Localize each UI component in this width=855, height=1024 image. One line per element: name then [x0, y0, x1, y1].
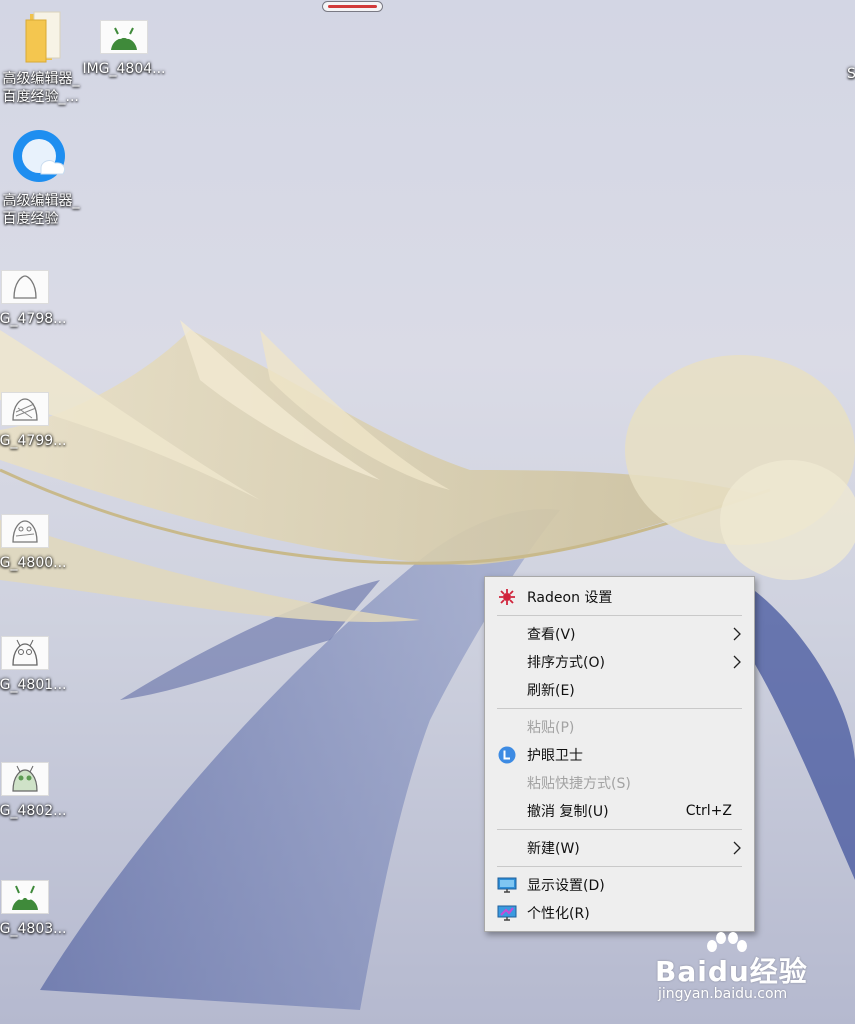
- menu-item-label: 撤消 复制(U): [527, 804, 609, 820]
- menu-item-label: 查看(V): [527, 627, 576, 643]
- desktop-icon-label: 高级编辑器_ 百度经验_...: [2, 71, 80, 105]
- desktop-icon-label: IMG_4803...: [0, 921, 67, 937]
- menu-separator: [497, 829, 742, 830]
- image-thumbnail-icon: [1, 636, 49, 670]
- image-thumbnail-icon: [1, 762, 49, 796]
- menu-item-radeon-settings[interactable]: Radeon 设置: [485, 583, 754, 611]
- menu-item-label: 排序方式(O): [527, 655, 605, 671]
- baidu-jingyan-watermark: Baidu经验 jingyan.baidu.com: [652, 932, 812, 1006]
- menu-item-paste[interactable]: 粘贴(P): [485, 713, 754, 741]
- desktop-icon-label: IMG_4800...: [0, 555, 67, 571]
- watermark-title: Baidu经验: [655, 955, 808, 988]
- browser-icon: [11, 128, 71, 186]
- image-thumbnail-icon: [1, 392, 49, 426]
- monitor-icon: [497, 876, 517, 894]
- menu-separator: [497, 615, 742, 616]
- desktop-icon-label: IMG_4802...: [0, 803, 67, 819]
- menu-item-label: 粘贴快捷方式(S): [527, 776, 631, 792]
- chevron-right-icon: [733, 655, 741, 669]
- top-scroll-indicator[interactable]: [322, 1, 383, 12]
- menu-item-label: 显示设置(D): [527, 878, 605, 894]
- image-thumbnail-icon: [100, 20, 148, 54]
- desktop-icon-img-4801[interactable]: IMG_4801...: [0, 636, 70, 694]
- menu-item-eye-guard[interactable]: 护眼卫士: [485, 741, 754, 769]
- menu-item-undo-copy[interactable]: 撤消 复制(U) Ctrl+Z: [485, 797, 754, 825]
- personalize-icon: [497, 904, 517, 922]
- menu-item-label: 个性化(R): [527, 906, 590, 922]
- desktop-edge-label: S: [847, 66, 855, 82]
- watermark-url: jingyan.baidu.com: [658, 986, 788, 1002]
- folder-icon: [16, 10, 66, 64]
- image-thumbnail-icon: [1, 514, 49, 548]
- menu-item-paste-shortcut[interactable]: 粘贴快捷方式(S): [485, 769, 754, 797]
- menu-separator: [497, 708, 742, 709]
- menu-item-label: 护眼卫士: [527, 748, 583, 764]
- desktop-icon-label: IMG_4798...: [0, 311, 67, 327]
- desktop-icon-label: 高级编辑器_ 百度经验: [2, 193, 80, 227]
- chevron-right-icon: [733, 627, 741, 641]
- menu-item-view[interactable]: 查看(V): [485, 620, 754, 648]
- desktop-icon-img-4798[interactable]: IMG_4798...: [0, 270, 70, 328]
- menu-item-personalize[interactable]: 个性化(R): [485, 899, 754, 927]
- desktop-icon-img-4803[interactable]: IMG_4803...: [0, 880, 70, 938]
- menu-item-label: Radeon 设置: [527, 590, 613, 606]
- desktop-context-menu: Radeon 设置 查看(V) 排序方式(O) 刷新(E) 粘贴(P) 护眼卫士…: [484, 576, 755, 932]
- image-thumbnail-icon: [1, 880, 49, 914]
- desktop-icon-label: IMG_4799...: [0, 433, 67, 449]
- menu-separator: [497, 866, 742, 867]
- eye-guard-icon: [497, 746, 517, 764]
- desktop-icon-img-4802[interactable]: IMG_4802...: [0, 762, 70, 820]
- menu-item-refresh[interactable]: 刷新(E): [485, 676, 754, 704]
- menu-item-sort[interactable]: 排序方式(O): [485, 648, 754, 676]
- radeon-icon: [497, 588, 517, 606]
- desktop-icon-browser[interactable]: 高级编辑器_ 百度经验: [0, 128, 86, 228]
- desktop-icon-img-4804[interactable]: IMG_4804...: [79, 20, 169, 78]
- desktop-icon-img-4799[interactable]: IMG_4799...: [0, 392, 70, 450]
- menu-item-label: 刷新(E): [527, 683, 575, 699]
- menu-item-new[interactable]: 新建(W): [485, 834, 754, 862]
- desktop-icon-img-4800[interactable]: IMG_4800...: [0, 514, 70, 572]
- desktop-icon-folder[interactable]: 高级编辑器_ 百度经验_...: [0, 10, 86, 106]
- chevron-right-icon: [733, 841, 741, 855]
- menu-item-label: 粘贴(P): [527, 720, 575, 736]
- desktop-icon-label: IMG_4804...: [82, 61, 166, 77]
- keyboard-shortcut: Ctrl+Z: [685, 803, 732, 819]
- desktop-icon-label: IMG_4801...: [0, 677, 67, 693]
- menu-item-label: 新建(W): [527, 841, 580, 857]
- image-thumbnail-icon: [1, 270, 49, 304]
- menu-item-display-settings[interactable]: 显示设置(D): [485, 871, 754, 899]
